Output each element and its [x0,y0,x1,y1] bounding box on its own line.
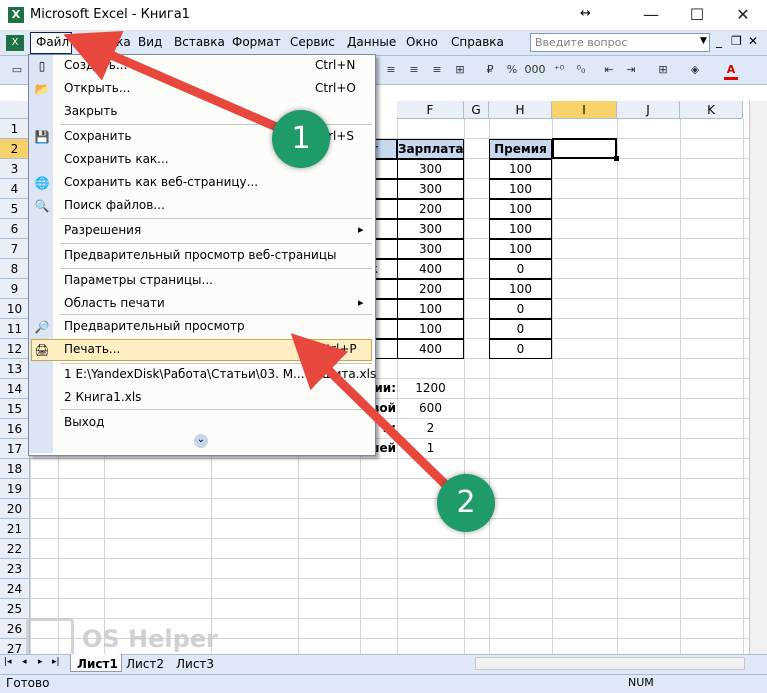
arrow-1 [63,31,297,140]
callout-1: 1 [272,110,330,168]
annotation-layer [63,31,457,496]
status-ready: Готово [6,676,50,690]
last-sheet-nav[interactable]: ▸| [52,657,60,667]
horizontal-scrollbar[interactable] [475,657,745,670]
arrow-2 [290,333,457,496]
callout-2: 2 [437,474,495,532]
prev-sheet-nav[interactable]: ◂ [22,657,27,667]
tab-sheet3[interactable]: Лист3 [176,657,214,671]
next-sheet-nav[interactable]: ▸ [38,657,43,667]
tab-sheet2[interactable]: Лист2 [126,657,164,671]
tab-sheet1[interactable]: Лист1 [77,657,118,671]
first-sheet-nav[interactable]: |◂ [4,657,12,667]
status-num: NUM [628,676,654,689]
